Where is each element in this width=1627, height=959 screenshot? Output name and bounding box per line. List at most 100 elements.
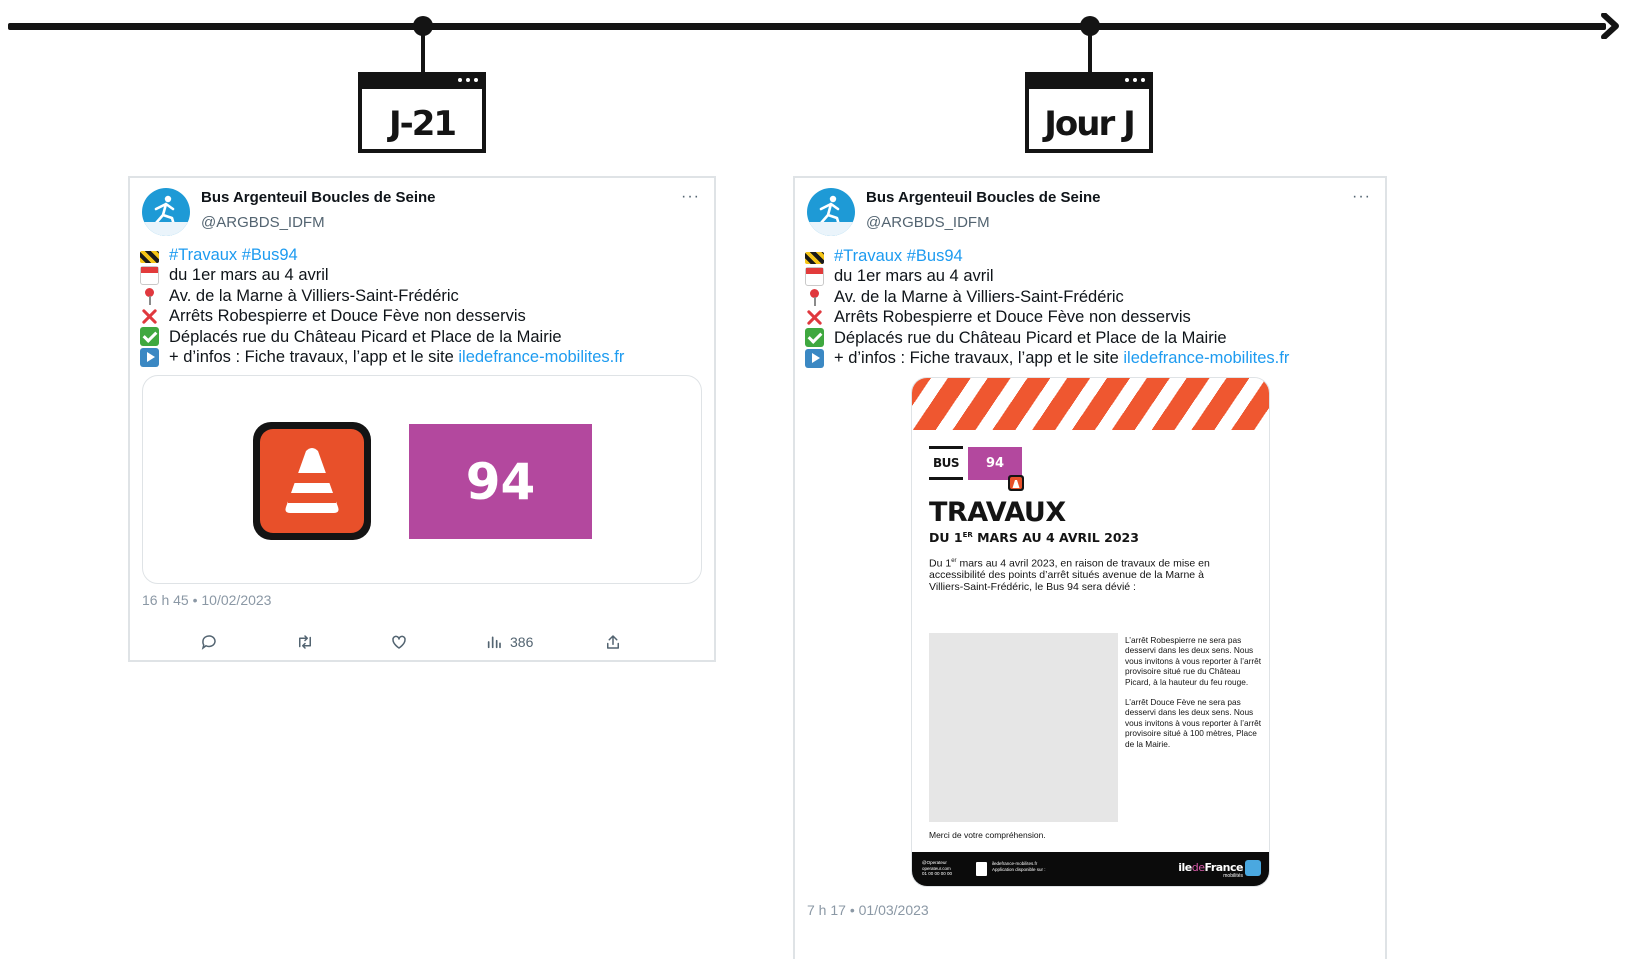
bus-line-number: 94 [985, 456, 1005, 471]
tweet-card-jour-j: Bus Argenteuil Boucles de Seine @ARGBDS_… [793, 176, 1387, 959]
works-notice-poster[interactable]: BUS 94 TRAVAUX DU 1ER MARS AU 4 AVRIL 20… [911, 377, 1270, 887]
hazard-stripes [912, 378, 1269, 430]
tweet-line: du 1er mars au 4 avril [805, 266, 1289, 287]
views-button[interactable]: 386 [486, 630, 533, 654]
poster-note: L’arrêt Douce Fève ne sera pas desservi … [1125, 697, 1262, 749]
avatar[interactable] [807, 188, 855, 236]
tweet-actions: 386 [130, 630, 714, 654]
cross-mark-icon [805, 308, 824, 327]
traffic-cone-icon [253, 422, 371, 540]
tweet-line-text: + d’infos : Fiche travaux, l’app et le s… [834, 349, 1124, 368]
tweet-line-text: Av. de la Marne à Villiers-Saint-Frédéri… [169, 286, 459, 305]
milestone-j21: J-21 [358, 72, 486, 153]
calendar-icon [805, 267, 824, 287]
milestone-stem [421, 34, 425, 76]
author-name[interactable]: Bus Argenteuil Boucles de Seine [866, 189, 1101, 206]
map-placeholder [929, 633, 1118, 822]
milestone-dot [413, 16, 433, 36]
tweet-line: + d’infos : Fiche travaux, l’app et le s… [805, 348, 1289, 368]
runner-logo-icon [1245, 860, 1261, 876]
play-button-icon [805, 348, 824, 368]
like-icon [392, 635, 406, 649]
poster-intro: Du 1er mars au 4 avril 2023, en raison d… [929, 557, 1210, 593]
tweet-timestamp[interactable]: 7 h 17 • 01/03/2023 [807, 902, 929, 918]
bus-line-badge: 94 [409, 424, 592, 539]
tweet-line: Arrêts Robespierre et Douce Fève non des… [140, 306, 624, 326]
tweet-line: Av. de la Marne à Villiers-Saint-Frédéri… [805, 287, 1289, 307]
footer-contact: @Operateur operateur.com 01 00 00 00 00 [922, 860, 953, 876]
more-horizontal-icon[interactable]: ··· [1352, 188, 1371, 206]
phone-icon [976, 862, 987, 876]
construction-icon [140, 250, 159, 263]
tweet-line-text: Déplacés rue du Château Picard et Place … [169, 327, 562, 346]
tweet-line: Arrêts Robespierre et Douce Fève non des… [805, 307, 1289, 327]
author-handle[interactable]: @ARGBDS_IDFM [866, 214, 990, 231]
like-button[interactable] [390, 630, 408, 654]
window-titlebar [358, 72, 486, 89]
views-count: 386 [510, 634, 534, 650]
tweet-text: #Travaux #Bus94 du 1er mars au 4 avril A… [805, 246, 1289, 368]
website-link[interactable]: iledefrance-mobilites.fr [458, 347, 624, 367]
share-icon [607, 635, 619, 649]
more-horizontal-icon[interactable]: ··· [681, 188, 700, 206]
bus-line-number: 94 [465, 452, 536, 511]
tweet-line-text: + d’infos : Fiche travaux, l’app et le s… [169, 348, 459, 367]
hashtag-link[interactable]: #Travaux #Bus94 [834, 246, 963, 266]
tweet-line-text: Arrêts Robespierre et Douce Fève non des… [169, 307, 526, 326]
share-button[interactable] [604, 630, 622, 654]
poster-title: TRAVAUX [929, 497, 1066, 528]
author-name[interactable]: Bus Argenteuil Boucles de Seine [201, 189, 436, 206]
tweet-line: du 1er mars au 4 avril [140, 265, 624, 286]
traffic-cone-icon [1008, 475, 1024, 491]
window-titlebar [1025, 72, 1153, 89]
tweet-text: #Travaux #Bus94 du 1er mars au 4 avril A… [140, 245, 624, 367]
idfm-brand-sub: mobilités [1223, 873, 1243, 879]
timeline-line [8, 23, 1606, 30]
footer-app-info: iledefrance-mobilites.fr Application dis… [992, 861, 1046, 872]
hashtag-link[interactable]: #Travaux #Bus94 [169, 245, 298, 265]
tweet-line: #Travaux #Bus94 [140, 245, 624, 265]
tweet-line-text: Déplacés rue du Château Picard et Place … [834, 328, 1227, 347]
play-button-icon [140, 347, 159, 367]
milestone-jour-j: Jour J [1025, 72, 1153, 153]
tweet-card-j21: Bus Argenteuil Boucles de Seine @ARGBDS_… [128, 176, 716, 662]
tweet-timestamp[interactable]: 16 h 45 • 10/02/2023 [142, 592, 271, 608]
author-handle[interactable]: @ARGBDS_IDFM [201, 214, 325, 231]
construction-icon [805, 251, 824, 264]
poster-footer: @Operateur operateur.com 01 00 00 00 00 … [912, 852, 1269, 886]
poster-note: L’arrêt Robespierre ne sera pas desservi… [1125, 635, 1262, 687]
milestone-label: J-21 [388, 103, 457, 144]
avatar[interactable] [142, 188, 190, 236]
bus-mode-badge: BUS [929, 446, 963, 480]
milestone-stem [1088, 34, 1092, 76]
check-mark-icon [140, 327, 159, 347]
poster-notes: L’arrêt Robespierre ne sera pas desservi… [1125, 635, 1265, 759]
tweet-line: #Travaux #Bus94 [805, 246, 1289, 266]
views-icon [487, 636, 501, 649]
tweet-line-text: du 1er mars au 4 avril [169, 266, 329, 285]
round-pushpin-icon [140, 287, 159, 306]
retweet-button[interactable] [295, 630, 315, 654]
timeline-arrow-icon [1601, 13, 1619, 39]
tweet-line: + d’infos : Fiche travaux, l’app et le s… [140, 347, 624, 367]
tweet-line: Déplacés rue du Château Picard et Place … [805, 328, 1289, 348]
website-link[interactable]: iledefrance-mobilites.fr [1123, 348, 1289, 368]
poster-thanks: Merci de votre compréhension. [929, 830, 1046, 840]
tweet-line: Av. de la Marne à Villiers-Saint-Frédéri… [140, 286, 624, 306]
calendar-icon [140, 266, 159, 286]
reply-button[interactable] [200, 630, 218, 654]
milestone-label: Jour J [1044, 103, 1135, 144]
tweet-line-text: du 1er mars au 4 avril [834, 267, 994, 286]
poster-subtitle: DU 1ER MARS AU 4 AVRIL 2023 [929, 530, 1139, 545]
tweet-line-text: Arrêts Robespierre et Douce Fève non des… [834, 308, 1191, 327]
cross-mark-icon [140, 307, 159, 326]
retweet-icon [299, 635, 311, 649]
tweet-line-text: Av. de la Marne à Villiers-Saint-Frédéri… [834, 287, 1124, 306]
check-mark-icon [805, 328, 824, 348]
bus-mode-label: BUS [932, 456, 960, 470]
milestone-dot [1080, 16, 1100, 36]
reply-icon [201, 635, 216, 650]
media-card[interactable]: 94 [142, 375, 702, 584]
round-pushpin-icon [805, 288, 824, 307]
tweet-line: Déplacés rue du Château Picard et Place … [140, 327, 624, 347]
